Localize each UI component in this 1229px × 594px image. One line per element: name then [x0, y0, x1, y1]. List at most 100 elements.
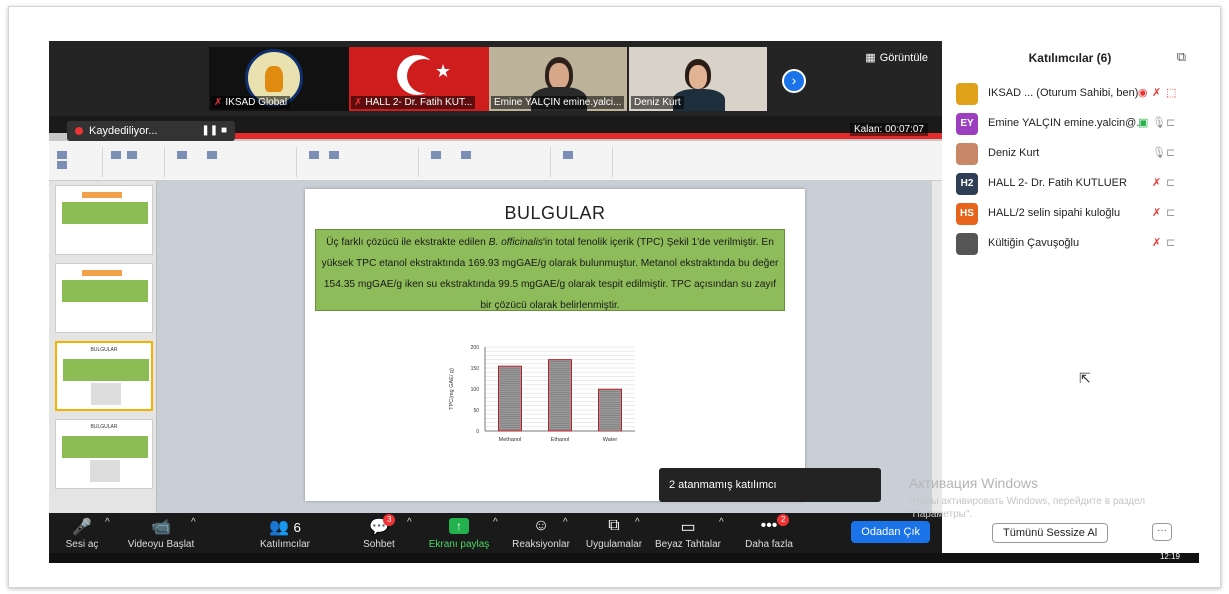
slide-thumbnails: BULGULAR BULGULAR: [49, 181, 157, 513]
video-tile-iksad[interactable]: ✗ IKSAD Global: [209, 47, 352, 111]
video-tile-deniz[interactable]: Deniz Kurt: [629, 47, 767, 111]
x-tick-label: Ethanol: [551, 437, 570, 443]
video-tile-name: Deniz Kurt: [631, 96, 684, 109]
whiteboard-button[interactable]: ▭ Beyaz Tahtalar: [653, 517, 723, 550]
mic-status-icon[interactable]: ▣: [1138, 116, 1148, 129]
participants-panel-title: Katılımcılar (6): [1028, 51, 1112, 65]
participants-button[interactable]: 👥 6 Katılımcılar: [255, 517, 315, 550]
y-tick-label: 50: [473, 408, 479, 414]
camera-icon[interactable]: ⊏: [1166, 176, 1175, 189]
muted-mic-icon: ✗: [354, 97, 363, 108]
slide-thumbnail[interactable]: [55, 263, 153, 333]
recording-indicator: Kaydediliyor... ❚❚ ■: [67, 121, 235, 141]
start-video-button[interactable]: 📹 Videoyu Başlat: [121, 517, 201, 550]
windows-activation-title: Активация Windows: [909, 475, 1039, 491]
reactions-options-caret[interactable]: ^: [563, 517, 568, 528]
y-tick-label: 100: [471, 387, 480, 393]
slide-canvas: BULGULAR Üç farklı çözücü ile ekstrakte …: [157, 181, 942, 513]
participant-row[interactable]: IKSAD ... (Oturum Sahibi, ben) ◉ ✗ ⬚: [956, 83, 1196, 105]
slide-thumbnail-selected[interactable]: BULGULAR: [55, 341, 153, 411]
more-options-button[interactable]: ···: [1152, 523, 1172, 541]
more-button[interactable]: ••• 2 Daha fazla: [739, 514, 799, 550]
next-videos-button[interactable]: ›: [782, 69, 806, 93]
reactions-button[interactable]: ☺ Reaksiyonlar: [511, 517, 571, 550]
powerpoint-ribbon: [49, 141, 942, 181]
mic-status-icon[interactable]: ✗: [1152, 236, 1161, 249]
participant-avatar: HS: [956, 203, 978, 225]
video-strip: ✗ IKSAD Global ★ ✗ HALL 2- Dr. Fatih KUT..…: [49, 41, 942, 116]
video-tile-emine[interactable]: Emine YALÇIN emine.yalci...: [489, 47, 627, 111]
participant-row[interactable]: Deniz Kurt 🎙 ⊏: [956, 143, 1196, 165]
x-tick-label: Water: [603, 437, 618, 443]
video-tile-name: ✗ HALL 2- Dr. Fatih KUT...: [351, 96, 476, 109]
mic-status-icon[interactable]: ✗: [1152, 206, 1161, 219]
participant-row[interactable]: EY Emine YALÇIN emine.yalcin@... ▣ 🎙 ⊏: [956, 113, 1196, 135]
participant-row[interactable]: HS HALL/2 selin sipahi kuloğlu ✗ ⊏: [956, 203, 1196, 225]
mic-status-icon[interactable]: ✗: [1152, 86, 1161, 99]
screenshot-frame: ✗ IKSAD Global ★ ✗ HALL 2- Dr. Fatih KUT..…: [8, 6, 1221, 588]
participant-name: Emine YALÇIN emine.yalcin@...: [988, 117, 1146, 129]
video-tile-hall2[interactable]: ★ ✗ HALL 2- Dr. Fatih KUT...: [349, 47, 489, 111]
participant-name: Kültiğin Çavuşoğlu: [988, 237, 1080, 249]
y-tick-label: 0: [476, 429, 479, 435]
mic-status-icon[interactable]: ◉: [1138, 86, 1148, 99]
participant-avatar: [956, 143, 978, 165]
camera-icon[interactable]: ⊏: [1166, 116, 1175, 129]
share-options-caret[interactable]: ^: [493, 517, 498, 528]
whiteboard-icon: ▭: [680, 519, 696, 536]
vertical-scrollbar[interactable]: [932, 181, 942, 513]
participant-row[interactable]: H2 HALL 2- Dr. Fatih KUTLUER ✗ ⊏: [956, 173, 1196, 195]
apps-options-caret[interactable]: ^: [635, 517, 640, 528]
mic-status-icon[interactable]: 🎙: [1152, 146, 1166, 159]
video-tile-name: ✗ IKSAD Global: [211, 96, 291, 109]
participant-avatar: [956, 83, 978, 105]
unmute-button[interactable]: 🎤 Sesi aç: [57, 517, 107, 550]
bar-methanol: [498, 365, 522, 432]
y-tick-label: 150: [471, 366, 480, 372]
slide-thumbnail[interactable]: [55, 185, 153, 255]
mouse-cursor-icon: ⇱: [1079, 370, 1091, 386]
y-tick-label: 200: [471, 345, 480, 351]
camera-icon[interactable]: ⊏: [1166, 206, 1175, 219]
participant-name: HALL/2 selin sipahi kuloğlu: [988, 207, 1121, 219]
audio-options-caret[interactable]: ^: [105, 517, 110, 528]
participant-avatar: [956, 233, 978, 255]
tpc-bar-chart: 0 50 100 150 200 Methanol Ethanol Water TPC(mg G…: [445, 339, 645, 454]
taskbar-clock: 12:19: [1159, 552, 1180, 561]
participants-icon: 👥 6: [269, 519, 301, 536]
whiteboard-options-caret[interactable]: ^: [719, 517, 724, 528]
participant-avatar: EY: [956, 113, 978, 135]
chat-icon: 💬: [369, 519, 389, 536]
shared-screen: BULGULAR BULGULAR BULGULAR Üç farklı çöz…: [49, 133, 942, 513]
participant-row[interactable]: Kültiğin Çavuşoğlu ✗ ⊏: [956, 233, 1196, 255]
grid-icon: ▦: [865, 52, 876, 64]
x-tick-label: Methanol: [499, 437, 522, 443]
reactions-icon: ☺: [532, 517, 550, 534]
meeting-timer: Kalan: 00:07:07: [849, 123, 928, 136]
unassigned-participants-tooltip: 2 atanmamış katılımcı: [659, 468, 881, 502]
muted-mic-icon: ✗: [214, 97, 223, 108]
camera-icon[interactable]: ⬚: [1166, 86, 1176, 99]
participant-avatar: H2: [956, 173, 978, 195]
mute-all-button[interactable]: Tümünü Sessize Al: [992, 523, 1109, 543]
popout-icon[interactable]: ⧉: [1177, 49, 1186, 65]
slide-text-box: Üç farklı çözücü ile ekstrakte edilen B.…: [315, 229, 785, 311]
participant-name: Deniz Kurt: [988, 147, 1040, 159]
leave-room-button[interactable]: Odadan Çık: [851, 521, 930, 543]
mic-status-icon[interactable]: 🎙: [1152, 116, 1166, 129]
mic-status-icon[interactable]: ✗: [1152, 176, 1161, 189]
share-screen-button[interactable]: ↑ Ekranı paylaş: [427, 517, 491, 550]
view-button[interactable]: ▦ Görüntüle: [865, 51, 932, 64]
slide: BULGULAR Üç farklı çözücü ile ekstrakte …: [305, 189, 805, 501]
chat-options-caret[interactable]: ^: [407, 517, 412, 528]
camera-icon[interactable]: ⊏: [1166, 236, 1175, 249]
more-dots-icon: •••: [760, 517, 778, 534]
chat-button[interactable]: 💬 3 Sohbet: [355, 514, 403, 550]
recording-pause-stop-icons[interactable]: ❚❚ ■: [201, 121, 227, 141]
meeting-toolbar: 🎤 Sesi aç ^ 📹 Videoyu Başlat ^ 👥 6 Katılımc…: [49, 513, 942, 553]
slide-thumbnail[interactable]: BULGULAR: [55, 419, 153, 489]
video-options-caret[interactable]: ^: [191, 517, 196, 528]
share-screen-icon: ↑: [449, 518, 469, 534]
camera-icon[interactable]: ⊏: [1166, 146, 1175, 159]
video-off-icon: 📹: [151, 519, 171, 536]
